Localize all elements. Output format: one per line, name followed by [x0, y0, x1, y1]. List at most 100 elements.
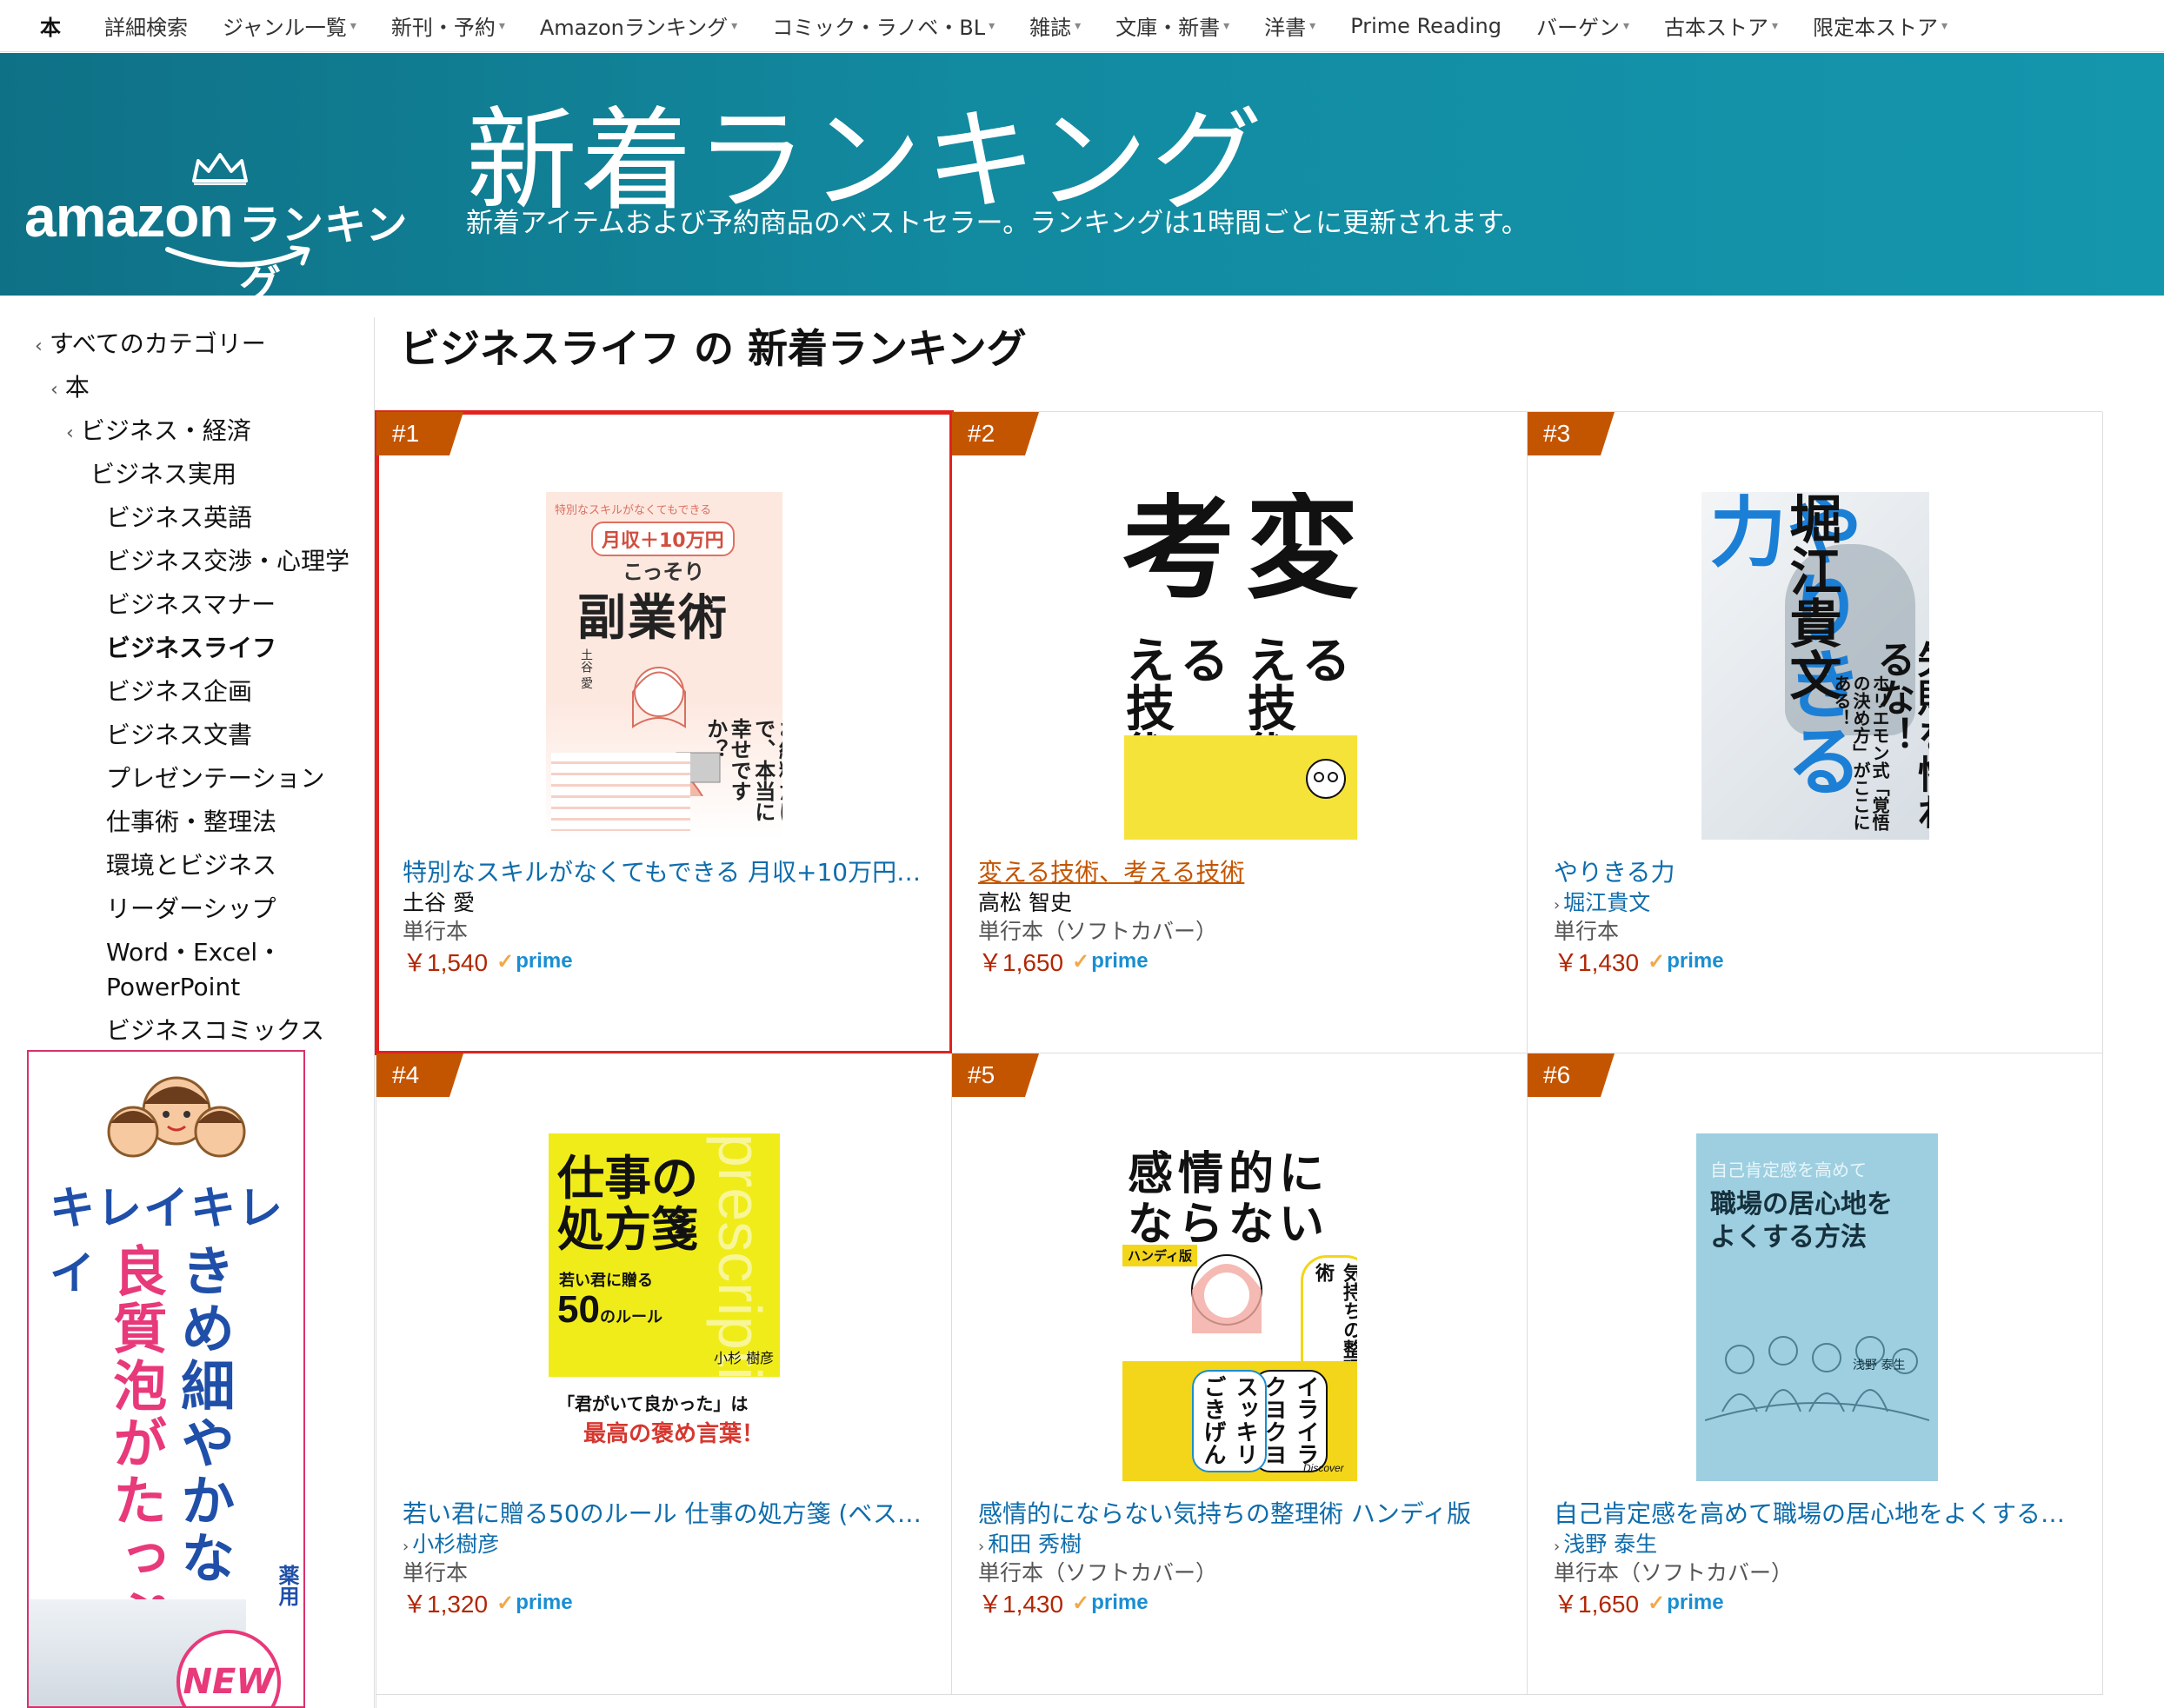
- sidebar-item-all-categories[interactable]: ‹ すべてのカテゴリー: [35, 327, 266, 364]
- sidebar-item-presentation[interactable]: プレゼンテーション: [106, 761, 324, 796]
- product-format: 単行本（ソフトカバー）: [978, 1560, 1218, 1585]
- cover-text: 50のルール: [557, 1288, 663, 1331]
- cover-text: 小杉 樹彦: [714, 1350, 775, 1366]
- cover-text: 浅野 泰生: [1853, 1359, 1906, 1372]
- product-price: ￥1,650 ✓ prime: [1554, 1591, 1724, 1618]
- product-title[interactable]: 自己肯定感を高めて職場の居心地をよくする方法: [1554, 1495, 2075, 1530]
- product-title[interactable]: 変える技術、考える技術: [978, 854, 1500, 888]
- sidebar-item-environment[interactable]: 環境とビジネス: [106, 848, 276, 883]
- prime-badge: ✓ prime: [1648, 949, 1724, 974]
- chevron-left-icon: ‹: [66, 422, 74, 444]
- amazon-ranking-logo[interactable]: amazon ランキング: [24, 96, 433, 296]
- sidebar-item-office-apps-line2[interactable]: PowerPoint: [106, 970, 240, 1005]
- check-icon: ✓: [496, 949, 515, 974]
- sidebar-item-negotiation[interactable]: ビジネス交渉・心理学: [106, 544, 350, 579]
- top-nav: 本 詳細検索 ジャンル一覧 ▾ 新刊・予約 ▾ Amazonランキング ▾ コミック・…: [0, 0, 2164, 52]
- sidebar-item-business-life[interactable]: ビジネスライフ: [106, 631, 276, 666]
- product-author[interactable]: › 和田 秀樹: [978, 1527, 1082, 1558]
- sidebar-item-manners[interactable]: ビジネスマナー: [106, 588, 276, 622]
- chevron-right-icon: ›: [1554, 1538, 1561, 1556]
- product-price: ￥1,430 ✓ prime: [978, 1591, 1149, 1618]
- prime-badge: ✓ prime: [1072, 949, 1149, 974]
- cover-text: 土谷 愛: [579, 648, 593, 689]
- chevron-down-icon: ▾: [1622, 18, 1630, 33]
- sidebar-item-documents[interactable]: ビジネス文書: [106, 718, 252, 753]
- cover-text: 「君がいて良かった」は: [557, 1393, 749, 1414]
- sidebar-ad[interactable]: キレイキレイ 良質泡がたっぷり きめ細やかな キレイキレイ薬用 NEW: [27, 1050, 305, 1708]
- chevron-down-icon: ▾: [1772, 18, 1779, 33]
- product-format: 単行本（ソフトカバー）: [1554, 1560, 1794, 1585]
- book-cover-6[interactable]: 自己肯定感を高めて 職場の居心地を よくする方法 浅野 泰生: [1696, 1133, 1938, 1481]
- prime-badge: ✓ prime: [496, 1591, 573, 1615]
- nav-item-bunko[interactable]: 文庫・新書 ▾: [1115, 10, 1229, 41]
- rank-badge: #6: [1528, 1053, 1615, 1097]
- product-title[interactable]: 特別なスキルがなくてもできる 月収+10万円こっそり副業術: [403, 854, 924, 888]
- cover-text: よくする方法: [1710, 1222, 1867, 1253]
- book-cover-1[interactable]: 特別なスキルがなくてもできる 月収＋10万円 こっそり 副業術 土谷 愛 今の仕…: [546, 492, 782, 840]
- sidebar-item-planning[interactable]: ビジネス企画: [106, 675, 252, 709]
- product-card-1[interactable]: #1 特別なスキルがなくてもできる 月収＋10万円 こっそり 副業術 土谷 愛 …: [375, 410, 954, 1055]
- nav-item-genres[interactable]: ジャンル一覧 ▾: [223, 10, 356, 41]
- product-price: ￥1,320 ✓ prime: [403, 1591, 573, 1618]
- cover-text: 特別なスキルがなくてもできる: [555, 504, 712, 517]
- product-card-5[interactable]: #5 感情的に ならない ハンディ版 気持ちの整理術 イライラクヨクヨ スッキリ…: [952, 1053, 1528, 1695]
- cover-text: ホリエモン式「覚悟の決め方」がここにある！: [1831, 675, 1890, 831]
- sidebar-item-business-practical[interactable]: ビジネス実用: [90, 457, 236, 492]
- nav-item-new-releases[interactable]: 新刊・予約 ▾: [391, 10, 505, 41]
- nav-item-comics[interactable]: コミック・ラノベ・BL ▾: [772, 10, 995, 41]
- product-author[interactable]: › 浅野 泰生: [1554, 1527, 1657, 1558]
- check-icon: ✓: [496, 1591, 515, 1615]
- check-icon: ✓: [1648, 949, 1666, 974]
- product-author[interactable]: › 堀江貴文: [1554, 886, 1650, 917]
- cover-text: 今の仕事とお給料だけで、本当に幸せですか？: [702, 718, 782, 822]
- nav-item-foreign-books[interactable]: 洋書 ▾: [1264, 10, 1315, 41]
- chevron-right-icon: ›: [1554, 896, 1561, 914]
- logo-amazon-text: amazon: [24, 184, 234, 249]
- rank-badge: #2: [952, 412, 1039, 455]
- nav-item-advanced-search[interactable]: 詳細検索: [104, 10, 188, 41]
- product-card-4[interactable]: #4 prescription 仕事の 処方箋 若い君に贈る 50のルール 小杉 …: [376, 1053, 952, 1695]
- sidebar-item-business-economy[interactable]: ‹ ビジネス・経済: [66, 414, 251, 451]
- book-cover-5[interactable]: 感情的に ならない ハンディ版 気持ちの整理術 イライラクヨクヨ スッキリごきげ…: [1122, 1133, 1357, 1481]
- nav-item-magazines[interactable]: 雑誌 ▾: [1029, 10, 1081, 41]
- nav-item-limited-store[interactable]: 限定本ストア ▾: [1813, 10, 1948, 41]
- cover-text: 自己肯定感を高めて: [1710, 1160, 1867, 1180]
- nav-item-amazon-ranking[interactable]: Amazonランキング ▾: [540, 10, 737, 41]
- sidebar-item-office-apps[interactable]: Word・Excel・: [106, 935, 282, 970]
- product-title[interactable]: 若い君に贈る50のルール 仕事の処方箋 (ベスト新書): [403, 1495, 924, 1530]
- product-author[interactable]: › 小杉樹彦: [403, 1527, 499, 1558]
- product-author: 高松 智史: [978, 890, 1072, 915]
- logo-ranking-text: ランキング: [239, 201, 409, 296]
- product-price: ￥1,430 ✓ prime: [1554, 949, 1724, 976]
- book-cover-3[interactable]: やりきる力 堀江貴文 失敗を怖れるな！ ホリエモン式「覚悟の決め方」がここにある…: [1701, 492, 1929, 840]
- product-card-6[interactable]: #6 自己肯定感を高めて 職場の居心地を よくする方法 浅野 泰生 自己肯定感を…: [1528, 1053, 2103, 1695]
- book-cover-4[interactable]: prescription 仕事の 処方箋 若い君に贈る 50のルール 小杉 樹彦 …: [549, 1133, 780, 1481]
- chevron-down-icon: ▾: [1223, 18, 1230, 33]
- cover-text: 月収＋10万円: [591, 522, 735, 556]
- cover-text: 変: [1246, 492, 1360, 615]
- book-cover-2[interactable]: 考 変 える える 技 技 術 術: [1117, 492, 1364, 840]
- product-title[interactable]: 感情的にならない気持ちの整理術 ハンディ版: [978, 1495, 1500, 1530]
- rank-badge: #3: [1528, 412, 1615, 455]
- cover-text: 副業術: [577, 590, 729, 647]
- sidebar-item-business-comics[interactable]: ビジネスコミックス: [106, 1014, 324, 1048]
- product-grid: #1 特別なスキルがなくてもできる 月収＋10万円 こっそり 副業術 土谷 愛 …: [375, 410, 2103, 1708]
- author-illustration: [1306, 759, 1346, 799]
- sidebar-item-leadership[interactable]: リーダーシップ: [106, 892, 276, 927]
- sidebar-item-business-english[interactable]: ビジネス英語: [106, 501, 252, 535]
- product-title[interactable]: やりきる力: [1554, 854, 2075, 888]
- divider: [374, 317, 375, 1708]
- sidebar-item-books[interactable]: ‹ 本: [50, 370, 90, 408]
- nav-item-used-store[interactable]: 古本ストア ▾: [1664, 10, 1778, 41]
- nav-item-books[interactable]: 本: [40, 10, 61, 41]
- crown-icon: [192, 153, 248, 185]
- nav-item-prime-reading[interactable]: Prime Reading: [1350, 14, 1501, 38]
- chevron-down-icon: ▾: [1309, 18, 1316, 33]
- product-card-3[interactable]: #3 やりきる力 堀江貴文 失敗を怖れるな！ ホリエモン式「覚悟の決め方」がここ…: [1528, 412, 2103, 1053]
- check-icon: ✓: [1072, 1591, 1090, 1615]
- nav-item-bargain[interactable]: バーゲン ▾: [1536, 10, 1629, 41]
- product-card-2[interactable]: #2 考 変 える える 技 技 術 術 変える技術、考える技術 高松 智史 単…: [952, 412, 1528, 1053]
- sidebar-item-work-organization[interactable]: 仕事術・整理法: [106, 805, 276, 840]
- prime-badge: ✓ prime: [1072, 1591, 1149, 1615]
- chevron-down-icon: ▾: [731, 18, 738, 33]
